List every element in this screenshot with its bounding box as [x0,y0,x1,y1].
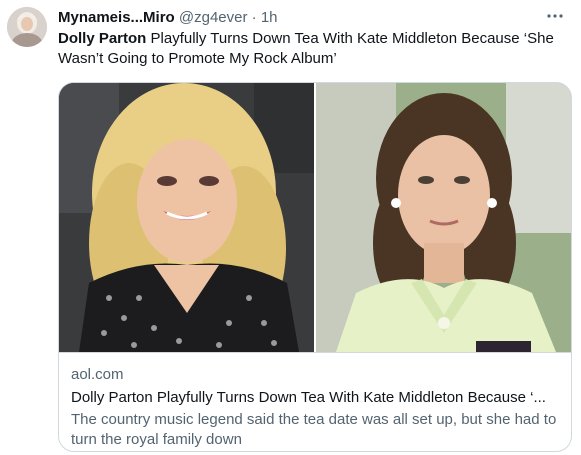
more-horizontal-icon [547,14,563,18]
tweet-text-highlight: Dolly Parton [58,30,147,47]
portrait-blonde-image [59,83,314,352]
card-domain: aol.com [71,366,124,383]
portrait-brunette-image [316,83,571,352]
header-separator: · [251,9,257,26]
card-image-left [59,83,314,352]
card-image-right [316,83,571,352]
tweet-header: Mynameis...Miro @zg4ever · 1h [58,9,541,27]
avatar-image [7,7,47,47]
author-handle[interactable]: @zg4ever [179,9,248,26]
card-description: The country music legend said the tea da… [71,411,557,448]
author-display-name[interactable]: Mynameis...Miro [58,9,175,26]
avatar[interactable] [7,7,47,47]
link-card[interactable]: aol.com Dolly Parton Playfully Turns Dow… [58,82,572,452]
card-title: Dolly Parton Playfully Turns Down Tea Wi… [71,389,546,406]
tweet-text: Dolly Parton Playfully Turns Down Tea Wi… [58,29,573,69]
more-options-button[interactable] [543,6,567,26]
card-meta[interactable]: aol.com Dolly Parton Playfully Turns Dow… [59,352,571,451]
tweet-timestamp[interactable]: 1h [261,9,278,26]
card-media[interactable] [59,83,571,352]
